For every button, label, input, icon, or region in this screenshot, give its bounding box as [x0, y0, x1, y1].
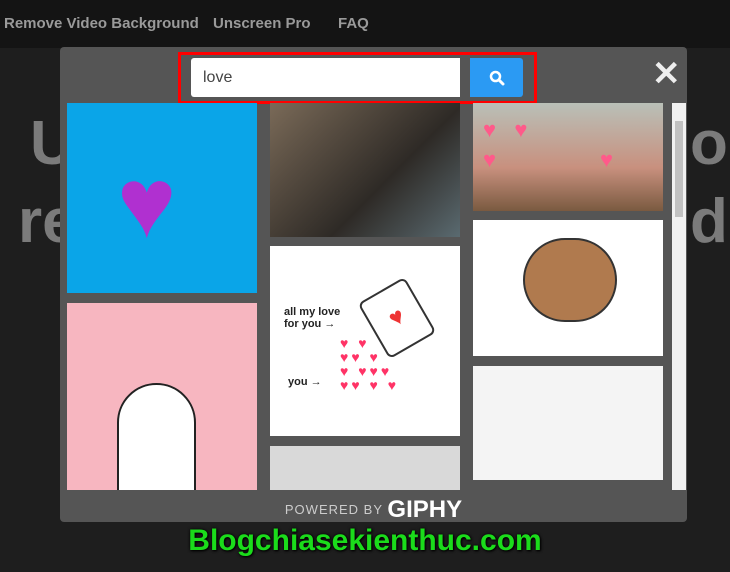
- gif-result[interactable]: [270, 103, 460, 237]
- giphy-logo: GIPHY: [387, 496, 463, 523]
- hero-text: o: [690, 109, 728, 178]
- scrollbar-thumb[interactable]: [675, 121, 683, 217]
- nav-faq[interactable]: FAQ: [338, 15, 369, 32]
- search-input[interactable]: [191, 58, 460, 97]
- powered-by-label: POWERED BY: [284, 502, 383, 517]
- hero-text: d: [690, 187, 728, 256]
- nav-remove-video-background[interactable]: Remove Video Background: [4, 15, 199, 32]
- bear-image: [523, 238, 617, 322]
- gif-result[interactable]: [473, 366, 663, 480]
- watermark: Blogchiasekienthuc.com: [188, 524, 542, 557]
- powered-by-giphy: POWERED BY GIPHY: [60, 496, 687, 524]
- gif-result[interactable]: [67, 303, 257, 490]
- search-highlight: [178, 52, 537, 104]
- giphy-modal: ✕ ♥ all my lovefor you → you → ♥ ♥ ♥♥♥ ♥…: [60, 47, 687, 524]
- ghost-image: [117, 383, 196, 490]
- close-icon[interactable]: ✕: [652, 57, 681, 91]
- search-button[interactable]: [470, 58, 523, 97]
- gif-result[interactable]: [270, 446, 460, 490]
- scrollbar[interactable]: [672, 103, 686, 490]
- nav-unscreen-pro[interactable]: Unscreen Pro: [213, 15, 311, 32]
- gif-result[interactable]: [473, 220, 663, 356]
- top-nav: Remove Video Background Unscreen Pro FAQ: [0, 0, 730, 48]
- search-icon: [489, 70, 504, 85]
- gif-result[interactable]: ♥ ♥ ♥ ♥: [473, 103, 663, 211]
- heart-image: ♥: [117, 147, 177, 259]
- gif-result[interactable]: ♥: [67, 103, 257, 293]
- gif-result[interactable]: all my love for you → you → ♥ ♥ ♥ ♥♥ ♥ ♥ ♥♥…: [270, 246, 460, 436]
